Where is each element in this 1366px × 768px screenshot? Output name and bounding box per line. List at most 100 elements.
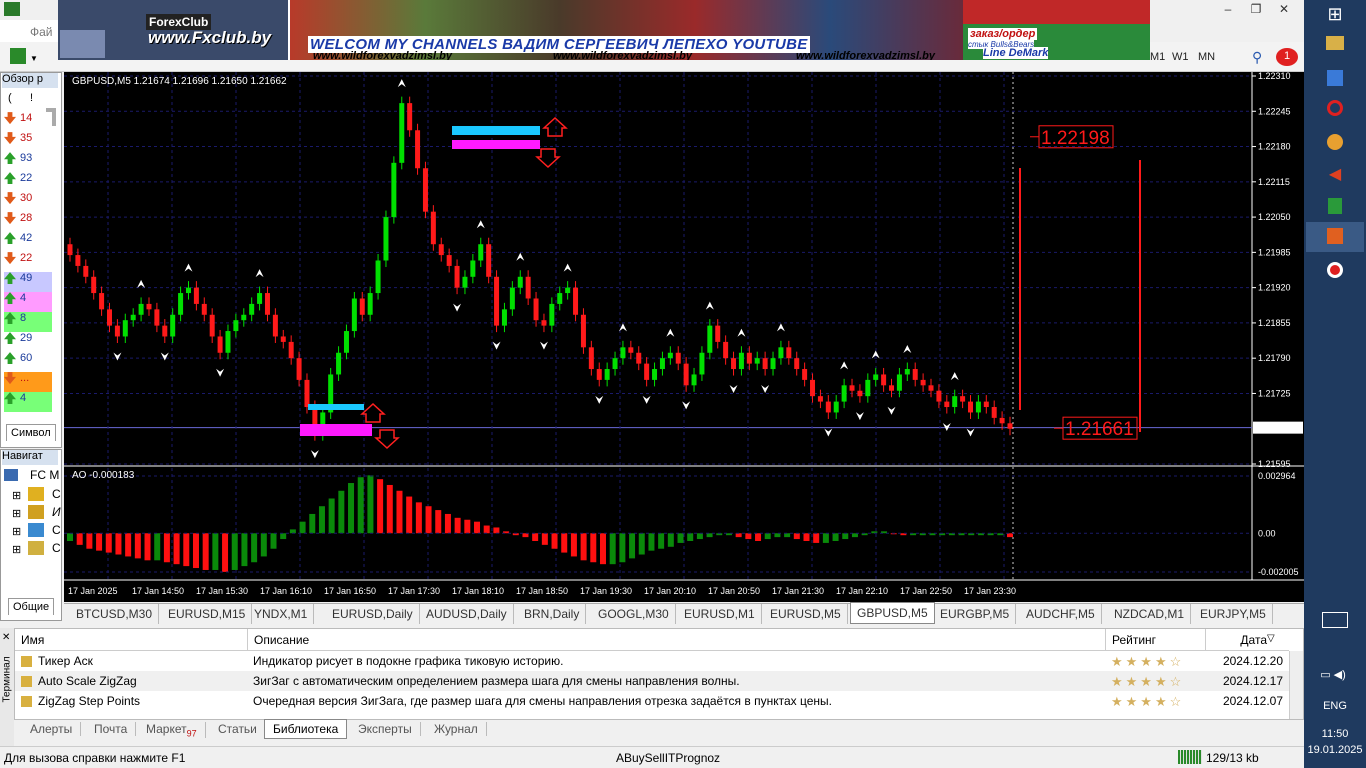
nav-item-scripts[interactable]: С — [52, 541, 61, 555]
tf-w1[interactable]: W1 — [1172, 51, 1189, 63]
notification-badge[interactable]: 1 — [1276, 48, 1298, 66]
terminal-tab[interactable]: Маркет97 — [138, 722, 206, 739]
ao-bar — [599, 533, 606, 565]
nav-expanders[interactable]: ⊞ ⊞ ⊞ ⊞ — [12, 487, 21, 559]
keyboard-icon[interactable] — [1322, 612, 1348, 628]
mw-row[interactable]: 28 — [4, 212, 52, 232]
lib-row-rating[interactable]: ★★★★☆ — [1105, 651, 1205, 671]
ad-banner[interactable]: ForexClub www.Fxclub.by WELCOM MY CHANNE… — [58, 0, 1150, 60]
nav-item-root[interactable]: FC M — [30, 468, 59, 482]
new-chart-icon[interactable] — [10, 48, 26, 64]
lib-row-date[interactable]: 2024.12.20 — [1205, 651, 1289, 671]
mw-col-1[interactable]: ( — [8, 92, 12, 104]
nav-tab-common[interactable]: Общие — [8, 598, 55, 615]
mw-row[interactable]: 35 — [4, 132, 52, 152]
mw-col-2[interactable]: ! — [30, 92, 33, 104]
lib-row-date[interactable]: 2024.12.07 — [1205, 691, 1289, 711]
col-rating[interactable]: Рейтинг — [1105, 629, 1205, 651]
chart-tab[interactable]: GOOGL,M30 — [592, 604, 676, 624]
navigator-title[interactable]: Навигат — [2, 450, 58, 465]
mw-row[interactable]: 4 — [4, 392, 52, 412]
lib-row-desc[interactable]: ЗигЗаг с автоматическим определением раз… — [247, 671, 1105, 691]
opera-icon[interactable] — [1327, 100, 1343, 116]
chart-tab[interactable]: AUDUSD,Daily — [420, 604, 514, 624]
mw-row[interactable]: 30 — [4, 192, 52, 212]
app-icon[interactable] — [1327, 70, 1343, 86]
close-icon[interactable]: ✕ — [1270, 2, 1298, 18]
lib-row-desc[interactable]: Очередная версия ЗигЗага, где размер шаг… — [247, 691, 1105, 711]
chart-tab[interactable]: EURUSD,M15 — [162, 604, 253, 624]
start-icon[interactable]: ⊞ — [1320, 4, 1350, 30]
chart-tab[interactable]: AUDCHF,M5 — [1020, 604, 1102, 624]
speaker-icon[interactable]: ◀ — [1320, 164, 1350, 190]
terminal-tab[interactable]: Почта — [86, 722, 137, 736]
candle-body — [422, 168, 428, 212]
record-icon[interactable] — [1327, 262, 1343, 278]
minimize-icon[interactable]: – — [1214, 2, 1242, 18]
terminal-scrollbar[interactable] — [1289, 651, 1303, 719]
col-name[interactable]: Имя — [15, 629, 247, 651]
lib-row-name[interactable]: Auto Scale ZigZag — [15, 671, 247, 691]
mw-row[interactable]: 14 — [4, 112, 52, 132]
terminal-tab[interactable]: Эксперты — [350, 722, 421, 736]
mw-row[interactable]: 93 — [4, 152, 52, 172]
lib-row-date[interactable]: 2024.12.17 — [1205, 671, 1289, 691]
col-desc[interactable]: Описание — [247, 629, 1105, 651]
nav-item-indicators[interactable]: И — [52, 505, 61, 519]
mw-row[interactable]: 8 — [4, 312, 52, 332]
lib-row-name[interactable]: Тикер Аск — [15, 651, 247, 671]
chart-tab[interactable]: EURUSD,M1 — [678, 604, 762, 624]
nav-item-accounts[interactable]: С — [52, 487, 61, 501]
clock-date[interactable]: 19.01.2025 — [1304, 744, 1366, 756]
tray-icons[interactable]: ▭ ◀) — [1308, 668, 1358, 694]
candle-body — [478, 244, 484, 261]
nav-item-experts[interactable]: С — [52, 523, 61, 537]
menu-file[interactable]: Фай — [30, 25, 53, 39]
mw-row[interactable]: 49 — [4, 272, 52, 292]
chart-tab[interactable]: BRN,Daily — [518, 604, 587, 624]
terminal-tab[interactable]: Журнал — [426, 722, 487, 736]
search-icon[interactable]: ⚲ — [1252, 49, 1262, 66]
chart-tab[interactable]: BTCUSD,M30 — [70, 604, 160, 624]
language-indicator[interactable]: ENG — [1304, 700, 1366, 712]
mw-tab-symbols[interactable]: Символ — [6, 424, 56, 441]
lib-row-name[interactable]: ZigZag Step Points — [15, 691, 247, 711]
mw-row[interactable]: 4 — [4, 292, 52, 312]
mw-row[interactable]: 42 — [4, 232, 52, 252]
chart-tab[interactable]: EURUSD,M5 — [764, 604, 848, 624]
chart-tab[interactable]: GBPUSD,M5 — [850, 602, 935, 624]
price-chart[interactable]: 1.22310 1.22245 1.22180 1.22115 1.22050 1.219… — [64, 72, 1304, 602]
file-explorer-icon[interactable] — [1326, 36, 1344, 50]
chart-tab[interactable]: YNDX,M1 — [248, 604, 315, 624]
chart-tab[interactable]: EURUSD,Daily — [326, 604, 420, 624]
chart-canvas[interactable]: 1.22310 1.22245 1.22180 1.22115 1.22050 1.219… — [64, 72, 1304, 602]
lib-row-desc[interactable]: Индикатор рисует в подокне графика тиков… — [247, 651, 1105, 671]
mw-row[interactable]: 22 — [4, 252, 52, 272]
maximize-icon[interactable]: ❐ — [1242, 2, 1270, 18]
ao-bar — [192, 533, 199, 569]
mw-row[interactable]: 60 — [4, 352, 52, 372]
terminal-tab[interactable]: Алерты — [22, 722, 82, 736]
mt4-icon[interactable] — [1327, 228, 1343, 244]
lib-row-rating[interactable]: ★★★★☆ — [1105, 671, 1205, 691]
mw-row[interactable]: 29 — [4, 332, 52, 352]
chart-tab[interactable]: EURJPY,M5 — [1194, 604, 1273, 624]
clock-time[interactable]: 11:50 — [1304, 728, 1366, 740]
terminal-close-icon[interactable]: ✕ — [2, 632, 10, 643]
col-date[interactable]: Дата — [1205, 629, 1289, 651]
calculator-icon[interactable] — [1328, 198, 1342, 214]
terminal-tab[interactable]: Статьи — [210, 722, 266, 736]
sort-icon[interactable]: ▽ — [1267, 633, 1275, 644]
market-watch-title[interactable]: Обзор р — [2, 73, 58, 88]
lib-row-rating[interactable]: ★★★★☆ — [1105, 691, 1205, 711]
mw-row[interactable]: 22 — [4, 172, 52, 192]
paint-icon[interactable] — [1327, 134, 1343, 150]
new-chart-dropdown-icon[interactable]: ▼ — [30, 54, 38, 63]
tf-mn[interactable]: MN — [1198, 51, 1215, 63]
tf-m1[interactable]: M1 — [1150, 51, 1165, 63]
terminal-tab[interactable]: Библиотека — [264, 719, 348, 739]
chart-tab[interactable]: EURGBP,M5 — [934, 604, 1017, 624]
chart-tab[interactable]: NZDCAD,M1 — [1108, 604, 1192, 624]
time-label: 17 Jan 22:50 — [900, 586, 952, 596]
mw-row[interactable]: ... — [4, 372, 52, 392]
